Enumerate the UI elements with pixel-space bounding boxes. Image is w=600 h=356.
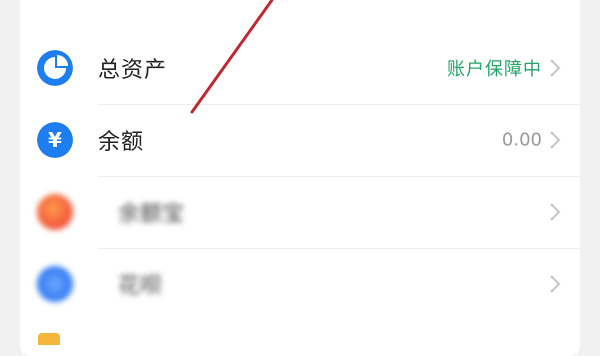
row-blurred-2[interactable]: 花呗: [20, 248, 580, 320]
svg-text:¥: ¥: [48, 128, 62, 152]
chevron-right-icon: [550, 131, 561, 149]
row-label-blurred-2: 花呗: [118, 274, 163, 299]
row-label-balance: 余额: [98, 130, 145, 155]
yuan-icon: ¥: [37, 122, 73, 158]
account-protection-status: 账户保障中: [447, 59, 542, 80]
row-blurred-1[interactable]: 余额宝: [20, 176, 580, 248]
row-total-assets[interactable]: 总资产 账户保障中: [20, 32, 580, 104]
row-label-total-assets: 总资产: [98, 58, 168, 83]
chevron-right-icon: [550, 59, 561, 77]
chevron-right-icon: [550, 203, 561, 221]
row-balance[interactable]: ¥ 余额 0.00: [20, 104, 580, 176]
blurred-orange-icon: [37, 194, 73, 230]
partial-row-icon-bottom: [38, 333, 60, 345]
asset-list-card: 总资产 账户保障中 ¥ 余额 0.00 余额宝 花呗: [20, 0, 580, 356]
row-label-blurred-1: 余额宝: [118, 202, 185, 227]
chevron-right-icon: [550, 275, 561, 293]
balance-amount: 0.00: [501, 129, 542, 151]
pie-chart-icon: [37, 50, 73, 86]
blurred-blue-icon: [37, 266, 73, 302]
